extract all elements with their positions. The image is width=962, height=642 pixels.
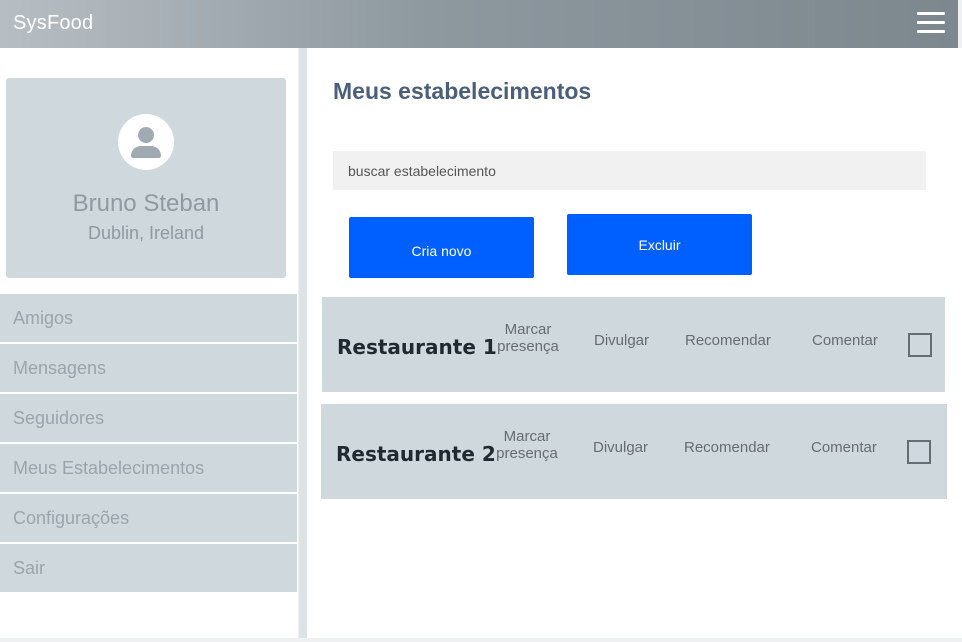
comment-button[interactable]: Comentar [811, 439, 877, 456]
hamburger-menu-icon[interactable] [917, 12, 945, 34]
mark-presence-button[interactable]: Marcar presença [492, 321, 564, 355]
sidebar-nav: Amigos Mensagens Seguidores Meus Estabel… [0, 294, 297, 594]
mark-presence-button[interactable]: Marcar presença [491, 428, 563, 462]
app-title: SysFood [13, 12, 94, 34]
comment-button[interactable]: Comentar [812, 332, 878, 349]
select-checkbox[interactable] [908, 333, 932, 357]
avatar-icon [118, 114, 174, 170]
list-item: Restaurante 2 Marcar presença Divulgar R… [321, 404, 947, 499]
delete-button[interactable]: Excluir [567, 214, 752, 275]
restaurant-name: Restaurante 1 [337, 335, 497, 359]
recommend-button[interactable]: Recomendar [684, 439, 770, 456]
restaurant-name: Restaurante 2 [336, 442, 496, 466]
sidebar-item-amigos[interactable]: Amigos [0, 294, 297, 342]
sidebar-item-seguidores[interactable]: Seguidores [0, 394, 297, 442]
sidebar-divider [299, 48, 307, 638]
create-new-button[interactable]: Cria novo [349, 217, 534, 278]
profile-card: Bruno Steban Dublin, Ireland [6, 78, 286, 278]
share-button[interactable]: Divulgar [593, 439, 648, 456]
sidebar-item-sair[interactable]: Sair [0, 544, 297, 592]
profile-name: Bruno Steban [72, 190, 220, 217]
sidebar-item-configuracoes[interactable]: Configurações [0, 494, 297, 542]
select-checkbox[interactable] [907, 440, 931, 464]
share-button[interactable]: Divulgar [594, 332, 649, 349]
sidebar: Bruno Steban Dublin, Ireland Amigos Mens… [0, 48, 298, 638]
top-bar: SysFood [0, 0, 958, 48]
search-input[interactable] [333, 151, 926, 190]
profile-location: Dublin, Ireland [87, 223, 205, 243]
sidebar-item-mensagens[interactable]: Mensagens [0, 344, 297, 392]
recommend-button[interactable]: Recomendar [685, 332, 771, 349]
page-title: Meus estabelecimentos [333, 78, 592, 104]
sidebar-item-meus-estabelecimentos[interactable]: Meus Estabelecimentos [0, 444, 297, 492]
list-item: Restaurante 1 Marcar presença Divulgar R… [322, 297, 945, 392]
